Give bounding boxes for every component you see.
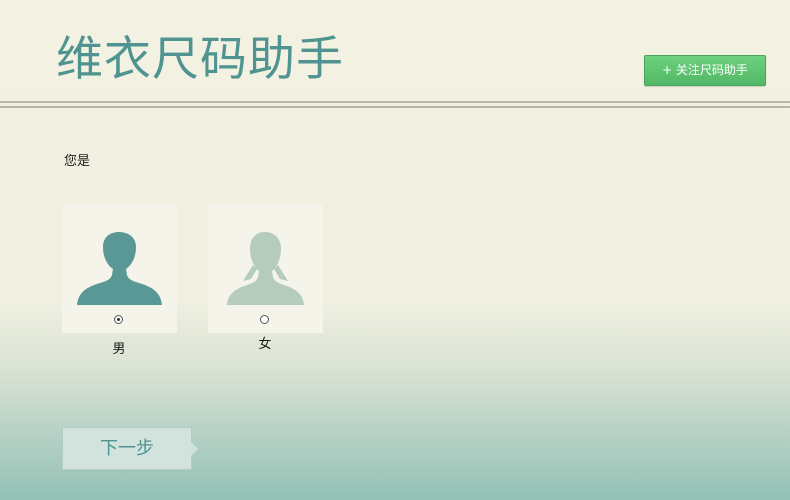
follow-assistant-button[interactable]: + 关注尺码助手 (644, 55, 766, 86)
app-title: 维衣尺码助手 (56, 32, 344, 87)
next-step-label: 下一步 (100, 438, 154, 459)
gender-option-female[interactable] (208, 205, 323, 333)
gender-option-male[interactable] (62, 205, 177, 333)
header-divider-top (0, 101, 790, 103)
gender-question-label: 您是 (64, 154, 91, 169)
female-avatar-icon (227, 232, 304, 305)
male-radio[interactable] (114, 315, 123, 324)
female-radio[interactable] (260, 315, 269, 324)
next-arrow-shape (191, 442, 198, 456)
female-label: 女 (258, 337, 272, 352)
male-avatar-icon (77, 232, 162, 305)
next-step-button[interactable]: 下一步 (62, 427, 198, 470)
header-divider-bottom (0, 106, 790, 108)
male-label: 男 (112, 342, 126, 357)
